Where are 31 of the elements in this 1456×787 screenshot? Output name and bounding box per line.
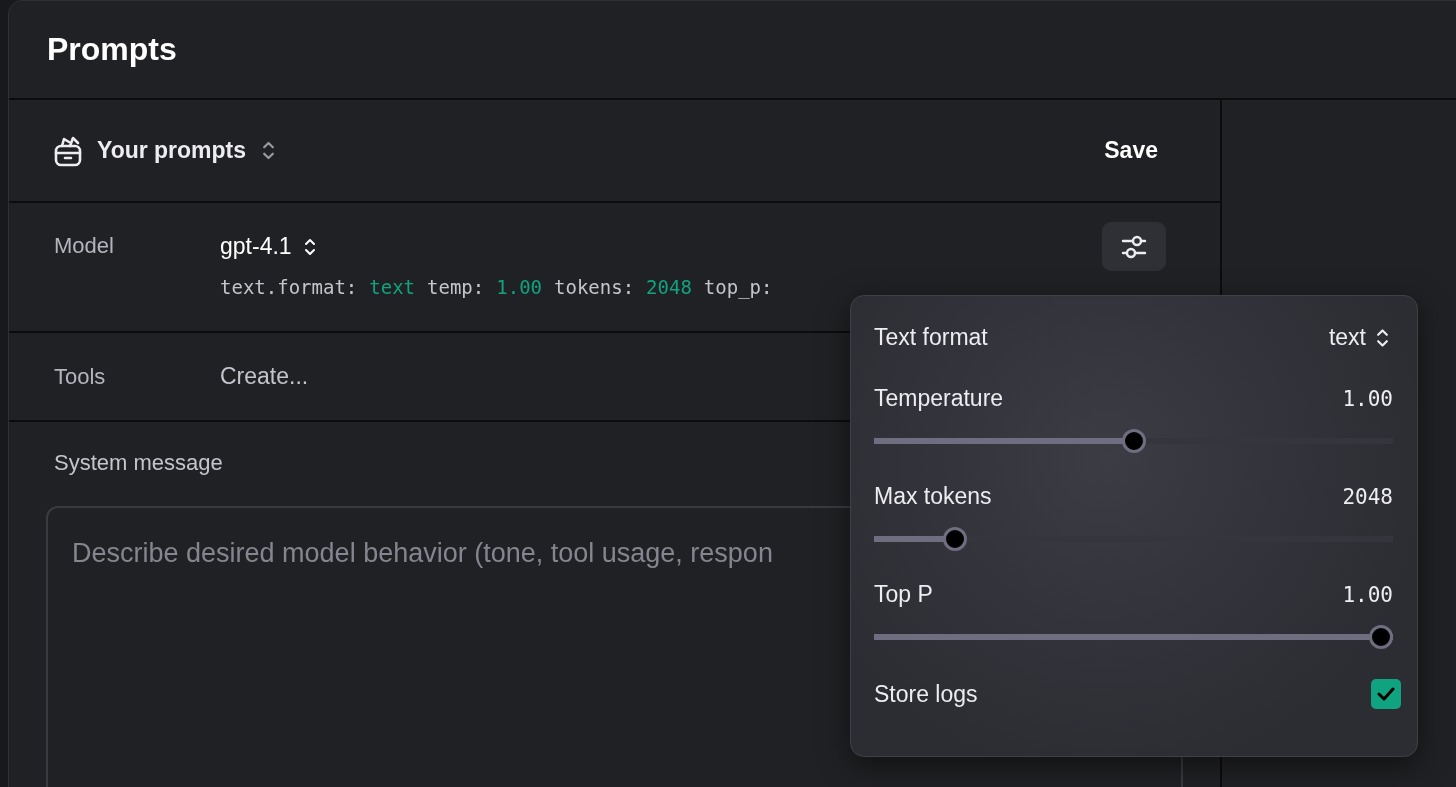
model-select[interactable]: gpt-4.1 xyxy=(220,233,316,260)
setting-label: Store logs xyxy=(874,680,978,708)
slider-value: 1.00 xyxy=(1342,582,1393,607)
parameter-value: text xyxy=(369,276,416,298)
slider-value: 1.00 xyxy=(1342,386,1393,411)
text-format-select[interactable]: text xyxy=(1328,324,1389,351)
parameter-name: tokens: xyxy=(554,276,635,298)
field-label: Model xyxy=(54,233,115,260)
slider-label: Temperature xyxy=(874,385,1004,412)
settings-button[interactable] xyxy=(1102,222,1166,271)
slider-value: 2048 xyxy=(1342,484,1393,509)
field-label: System message xyxy=(54,450,224,476)
save-button[interactable]: Save xyxy=(1104,131,1158,170)
parameter-name: top_p: xyxy=(703,276,773,298)
slider-label: Top P xyxy=(874,581,933,608)
parameter-name: temp: xyxy=(427,276,485,298)
slider-thumb[interactable] xyxy=(1369,625,1393,649)
chevron-updown-icon xyxy=(303,236,316,257)
chevron-updown-icon xyxy=(262,140,276,161)
checkmark-icon xyxy=(1377,687,1395,701)
chevron-updown-icon xyxy=(1376,327,1389,348)
parameter-value: 1.00 xyxy=(496,276,542,298)
prompts-selector[interactable]: Your prompts xyxy=(53,133,276,168)
parameter-value: 2048 xyxy=(646,276,692,298)
field-label: Tools xyxy=(54,363,107,390)
store-logs-checkbox[interactable] xyxy=(1371,679,1401,709)
page-title: Prompts xyxy=(47,31,177,68)
parameter-name: text.format: xyxy=(220,276,358,298)
slider-thumb[interactable] xyxy=(1121,429,1146,453)
slider-thumb[interactable] xyxy=(943,527,968,551)
setting-label: Text format xyxy=(874,324,988,351)
